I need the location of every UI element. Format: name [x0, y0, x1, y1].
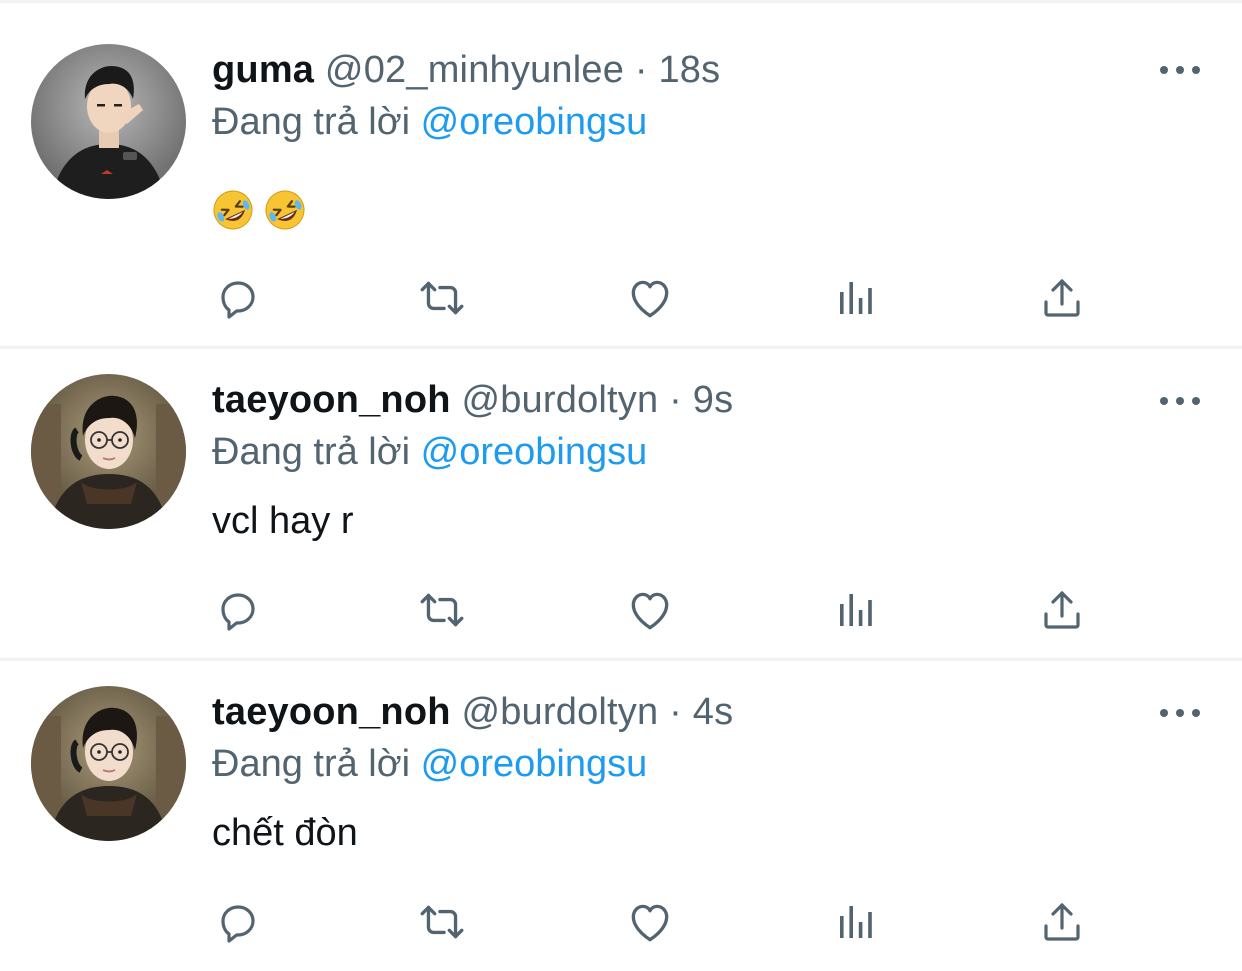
analytics-icon[interactable] [828, 582, 884, 638]
retweet-icon[interactable] [414, 270, 470, 326]
tweet-feed: guma @02_minhyunlee · 18s Đang trả lời @… [0, 0, 1242, 971]
share-icon[interactable] [1034, 582, 1090, 638]
more-icon[interactable] [1158, 703, 1202, 723]
reply-context: Đang trả lời @oreobingsu [212, 430, 647, 474]
reply-mention[interactable]: @oreobingsu [421, 743, 648, 785]
more-icon[interactable] [1158, 60, 1202, 80]
more-icon[interactable] [1158, 391, 1202, 411]
tweet[interactable]: taeyoon_noh @burdoltyn · 9s Đang trả lời… [0, 349, 1242, 659]
tweet-text [212, 186, 316, 231]
tweet[interactable]: taeyoon_noh @burdoltyn · 4s Đang trả lời… [0, 661, 1242, 971]
rolling-on-floor-laughing-icon [212, 189, 254, 231]
separator: · [634, 49, 648, 91]
reply-prefix: Đang trả lời [212, 101, 411, 143]
separator: · [669, 691, 682, 733]
analytics-icon[interactable] [828, 270, 884, 326]
display-name[interactable]: taeyoon_noh [212, 379, 451, 421]
tweet-text: vcl hay r [212, 500, 354, 542]
action-bar [0, 582, 1242, 642]
retweet-icon[interactable] [414, 582, 470, 638]
reply-mention[interactable]: @oreobingsu [421, 431, 648, 473]
reply-prefix: Đang trả lời [212, 431, 411, 473]
share-icon[interactable] [1034, 270, 1090, 326]
tweet-header: taeyoon_noh @burdoltyn · 4s [212, 690, 733, 734]
separator: · [669, 379, 682, 421]
like-icon[interactable] [622, 894, 678, 950]
reply-icon[interactable] [210, 894, 266, 950]
reply-context: Đang trả lời @oreobingsu [212, 742, 647, 786]
tweet-text: chết đòn [212, 812, 358, 854]
timestamp[interactable]: 18s [658, 49, 720, 91]
handle[interactable]: @02_minhyunlee [325, 49, 624, 91]
reply-context: Đang trả lời @oreobingsu [212, 100, 647, 144]
action-bar [0, 894, 1242, 954]
handle[interactable]: @burdoltyn [461, 691, 658, 733]
tweet-header: guma @02_minhyunlee · 18s [212, 48, 720, 92]
share-icon[interactable] [1034, 894, 1090, 950]
like-icon[interactable] [622, 582, 678, 638]
avatar[interactable] [31, 686, 186, 841]
analytics-icon[interactable] [828, 894, 884, 950]
tweet-header: taeyoon_noh @burdoltyn · 9s [212, 378, 733, 422]
reply-icon[interactable] [210, 270, 266, 326]
reply-mention[interactable]: @oreobingsu [421, 101, 648, 143]
reply-prefix: Đang trả lời [212, 743, 411, 785]
display-name[interactable]: taeyoon_noh [212, 691, 451, 733]
avatar[interactable] [31, 374, 186, 529]
timestamp[interactable]: 9s [693, 379, 734, 421]
timestamp[interactable]: 4s [693, 691, 734, 733]
display-name[interactable]: guma [212, 49, 314, 91]
avatar[interactable] [31, 44, 186, 199]
action-bar [0, 270, 1242, 330]
retweet-icon[interactable] [414, 894, 470, 950]
tweet[interactable]: guma @02_minhyunlee · 18s Đang trả lời @… [0, 0, 1242, 347]
reply-icon[interactable] [210, 582, 266, 638]
handle[interactable]: @burdoltyn [461, 379, 658, 421]
like-icon[interactable] [622, 270, 678, 326]
rolling-on-floor-laughing-icon [264, 189, 306, 231]
